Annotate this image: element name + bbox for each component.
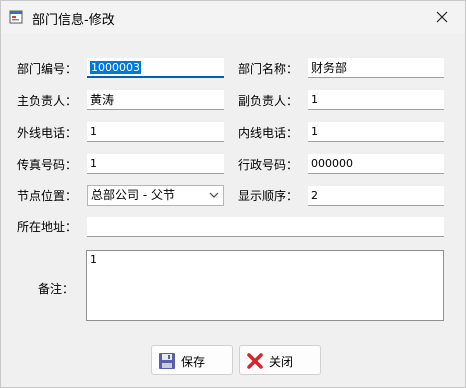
dept-code-field[interactable]: 1000003 <box>87 58 224 78</box>
save-button[interactable]: 保存 <box>151 345 233 375</box>
dept-code-label: 部门编号： <box>17 62 78 76</box>
dept-name-field[interactable]: 财务部 <box>308 58 444 78</box>
dept-code-value: 1000003 <box>90 61 141 74</box>
inside-phone-field[interactable]: 1 <box>308 122 444 142</box>
deputy-label: 副负责人： <box>238 94 299 108</box>
node-position-value: 总部公司 - 父节 <box>91 188 175 202</box>
display-order-label: 显示顺序： <box>238 189 299 203</box>
close-button[interactable]: 关闭 <box>239 345 321 375</box>
fax-label: 传真号码： <box>17 158 78 172</box>
outside-phone-field[interactable]: 1 <box>87 122 224 142</box>
floppy-disk-icon <box>159 353 175 369</box>
window-close-button[interactable] <box>419 1 465 33</box>
fax-field[interactable]: 1 <box>87 154 224 174</box>
dialog-window: 部门信息-修改 部门编号： 1000003 部门名称： 财务部 主负责人： 黄涛… <box>0 0 466 388</box>
remarks-textarea[interactable]: 1 <box>86 250 444 321</box>
chevron-down-icon <box>209 192 219 198</box>
title-bar: 部门信息-修改 <box>1 1 465 33</box>
address-field[interactable] <box>87 217 444 237</box>
outside-phone-label: 外线电话： <box>17 126 78 140</box>
save-button-label: 保存 <box>181 355 206 369</box>
node-position-label: 节点位置： <box>17 189 78 203</box>
app-form-icon <box>9 10 23 24</box>
close-icon <box>436 11 448 23</box>
manager-label: 主负责人： <box>17 94 78 108</box>
inside-phone-label: 内线电话： <box>238 126 299 140</box>
dept-name-label: 部门名称： <box>238 62 299 76</box>
window-title: 部门信息-修改 <box>32 13 115 28</box>
node-position-select[interactable]: 总部公司 - 父节 <box>87 185 224 206</box>
admin-code-field[interactable]: 000000 <box>308 154 444 174</box>
deputy-field[interactable]: 1 <box>308 90 444 110</box>
remarks-label: 备注： <box>38 282 75 296</box>
manager-field[interactable]: 黄涛 <box>87 90 224 110</box>
address-label: 所在地址： <box>17 220 78 234</box>
close-button-label: 关闭 <box>269 355 294 369</box>
red-x-icon <box>247 353 263 369</box>
admin-code-label: 行政号码： <box>238 158 299 172</box>
display-order-field[interactable]: 2 <box>308 186 444 206</box>
